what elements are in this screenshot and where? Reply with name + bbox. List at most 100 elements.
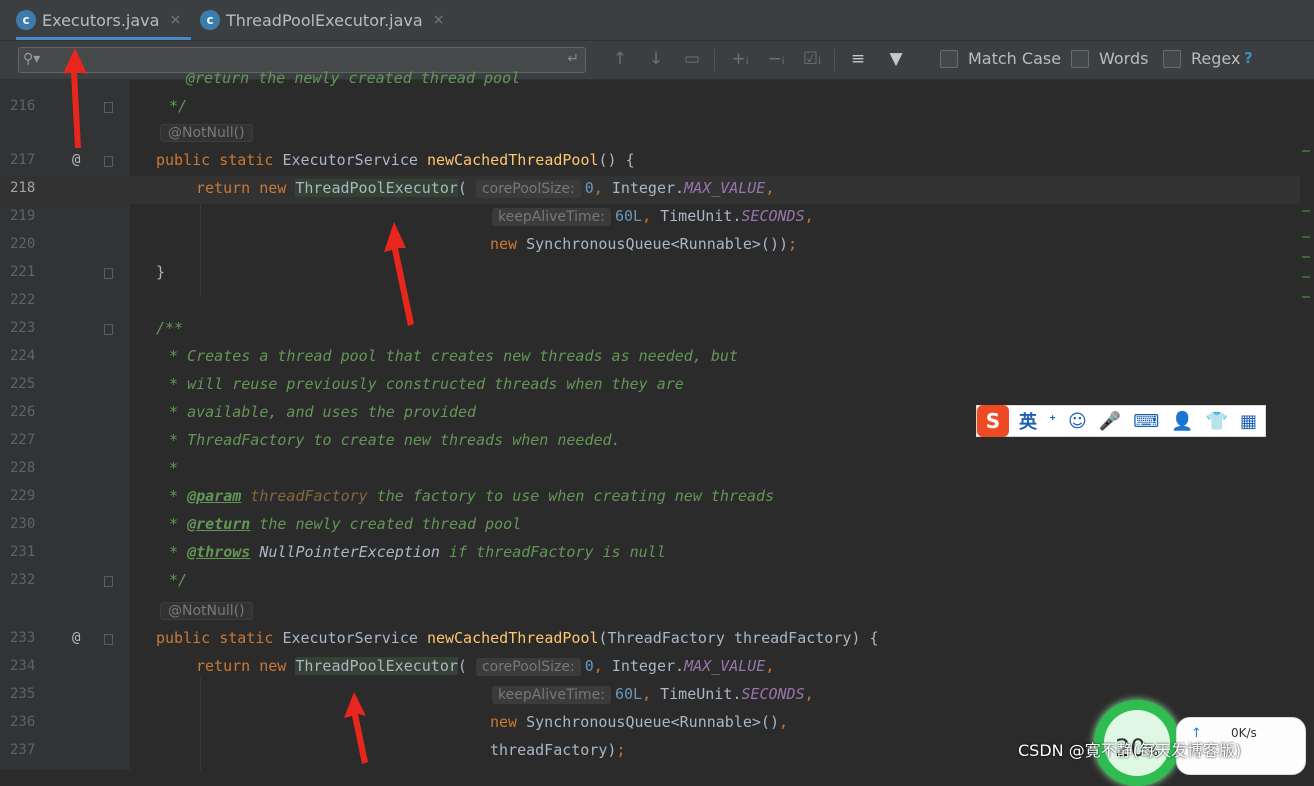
line-number: 224 bbox=[10, 348, 36, 364]
java-class-icon: c bbox=[200, 10, 220, 30]
line-number: 221 bbox=[10, 264, 36, 280]
line-number: 219 bbox=[10, 208, 36, 224]
code-line: 234 return new ThreadPoolExecutor( coreP… bbox=[0, 654, 1300, 682]
fold-icon[interactable] bbox=[104, 156, 113, 167]
code-line: @return the newly created thread pool bbox=[0, 66, 1300, 94]
line-number: 220 bbox=[10, 236, 36, 252]
line-number: 233 bbox=[10, 630, 36, 646]
scroll-marker[interactable] bbox=[1302, 256, 1310, 258]
scroll-marker[interactable] bbox=[1302, 276, 1310, 278]
fold-icon[interactable] bbox=[104, 634, 113, 645]
line-number: 222 bbox=[10, 292, 36, 308]
tab-threadpoolexecutor-java[interactable]: c ThreadPoolExecutor.java × bbox=[200, 0, 460, 40]
line-number: 223 bbox=[10, 320, 36, 336]
input-method-toolbar[interactable]: S 英 ᐩ ☺ 🎤 ⌨ 👤 👕 ▦ bbox=[976, 405, 1266, 437]
code-text: return new ThreadPoolExecutor( corePoolS… bbox=[196, 179, 775, 198]
checkbox-box[interactable] bbox=[940, 49, 958, 68]
line-number: 226 bbox=[10, 404, 36, 420]
code-text: new SynchronousQueue<Runnable>()); bbox=[490, 235, 798, 253]
code-text: * Creates a thread pool that creates new… bbox=[160, 347, 738, 365]
scroll-marker[interactable] bbox=[1302, 296, 1310, 298]
search-icon[interactable]: ⚲▾ bbox=[23, 51, 40, 67]
line-number: 232 bbox=[10, 572, 36, 588]
microphone-icon[interactable]: 🎤 bbox=[1099, 411, 1121, 432]
fold-icon[interactable] bbox=[104, 268, 113, 279]
keyboard-icon[interactable]: ⌨ bbox=[1133, 411, 1159, 432]
code-text: * @return the newly created thread pool bbox=[160, 515, 522, 533]
new-line-icon[interactable]: ↵ bbox=[567, 51, 579, 67]
code-text: * @throws NullPointerException if thread… bbox=[160, 543, 666, 561]
scroll-marker[interactable] bbox=[1302, 210, 1310, 212]
code-text: */ bbox=[160, 97, 188, 115]
java-class-icon: c bbox=[16, 10, 36, 30]
code-text: * @param threadFactory the factory to us… bbox=[160, 487, 775, 505]
code-line: 219 keepAliveTime: 60L, TimeUnit.SECONDS, bbox=[0, 204, 1300, 232]
code-line: 217 @ public static ExecutorService newC… bbox=[0, 148, 1300, 176]
code-text: public static ExecutorService newCachedT… bbox=[156, 151, 635, 169]
code-line: 229 * @param threadFactory the factory t… bbox=[0, 484, 1300, 512]
help-icon[interactable]: ? bbox=[1244, 49, 1253, 67]
code-line: 232 */ bbox=[0, 568, 1300, 596]
red-arrow-annotation bbox=[63, 48, 87, 148]
red-arrow-annotation bbox=[344, 692, 368, 764]
inlay-annotation-line: @NotNull() bbox=[0, 120, 1300, 148]
code-line: 216 */ bbox=[0, 94, 1300, 122]
fold-icon[interactable] bbox=[104, 102, 113, 113]
line-number: 231 bbox=[10, 544, 36, 560]
tab-label: ThreadPoolExecutor.java bbox=[226, 10, 423, 30]
emoji-icon[interactable]: ☺ bbox=[1068, 411, 1087, 432]
fold-icon[interactable] bbox=[104, 576, 113, 587]
line-number: 216 bbox=[10, 98, 36, 114]
override-marker-icon[interactable]: @ bbox=[72, 630, 80, 646]
scroll-marker[interactable] bbox=[1302, 150, 1310, 152]
code-text: * bbox=[160, 459, 179, 477]
line-number: 236 bbox=[10, 714, 36, 730]
notnull-annotation-hint: @NotNull() bbox=[160, 602, 253, 620]
override-marker-icon[interactable]: @ bbox=[72, 152, 80, 168]
line-number: 227 bbox=[10, 432, 36, 448]
close-icon[interactable]: × bbox=[433, 12, 445, 28]
code-text: new SynchronousQueue<Runnable>(), bbox=[490, 713, 789, 731]
code-text: } bbox=[156, 263, 166, 281]
code-line: 220 new SynchronousQueue<Runnable>()); bbox=[0, 232, 1300, 260]
code-line: 221 } bbox=[0, 260, 1300, 288]
user-icon[interactable]: 👤 bbox=[1171, 411, 1193, 432]
skin-shirt-icon[interactable]: 👕 bbox=[1206, 411, 1228, 432]
code-text: return new ThreadPoolExecutor( corePoolS… bbox=[196, 657, 775, 676]
code-line: 222 bbox=[0, 288, 1300, 316]
checkbox-box[interactable] bbox=[1163, 49, 1181, 68]
scroll-marker[interactable] bbox=[1302, 236, 1310, 238]
code-line-current: 218 return new ThreadPoolExecutor( coreP… bbox=[0, 176, 1300, 204]
code-text: @return the newly created thread pool bbox=[186, 69, 521, 87]
code-text: */ bbox=[160, 571, 188, 589]
code-line: 224 * Creates a thread pool that creates… bbox=[0, 344, 1300, 372]
code-line: 223 /** bbox=[0, 316, 1300, 344]
toolbox-grid-icon[interactable]: ▦ bbox=[1240, 411, 1257, 432]
code-text: * will reuse previously constructed thre… bbox=[160, 375, 684, 393]
line-number: 229 bbox=[10, 488, 36, 504]
code-line: 228 * bbox=[0, 456, 1300, 484]
line-number: 218 bbox=[10, 180, 36, 196]
line-number: 230 bbox=[10, 516, 36, 532]
line-number: 228 bbox=[10, 460, 36, 476]
line-number: 237 bbox=[10, 742, 36, 758]
code-text: * ThreadFactory to create new threads wh… bbox=[160, 431, 621, 449]
editor-tab-bar: c Executors.java × c ThreadPoolExecutor.… bbox=[0, 0, 1314, 41]
notnull-annotation-hint: @NotNull() bbox=[160, 124, 253, 142]
fold-icon[interactable] bbox=[104, 324, 113, 335]
checkbox-box[interactable] bbox=[1071, 49, 1089, 68]
close-icon[interactable]: × bbox=[169, 12, 181, 28]
line-number: 217 bbox=[10, 152, 36, 168]
line-number: 225 bbox=[10, 376, 36, 392]
sogou-logo-icon: S bbox=[977, 405, 1009, 437]
code-text: keepAliveTime: 60L, TimeUnit.SECONDS, bbox=[492, 685, 814, 704]
code-text: /** bbox=[156, 319, 184, 337]
code-line: 230 * @return the newly created thread p… bbox=[0, 512, 1300, 540]
tab-label: Executors.java bbox=[42, 10, 160, 30]
red-arrow-annotation bbox=[384, 222, 414, 326]
punctuation-icon[interactable]: ᐩ bbox=[1049, 411, 1056, 432]
ime-language-toggle[interactable]: 英 bbox=[1019, 408, 1037, 434]
code-line: 225 * will reuse previously constructed … bbox=[0, 372, 1300, 400]
code-text: keepAliveTime: 60L, TimeUnit.SECONDS, bbox=[492, 207, 814, 226]
tab-executors-java[interactable]: c Executors.java × bbox=[16, 0, 191, 40]
